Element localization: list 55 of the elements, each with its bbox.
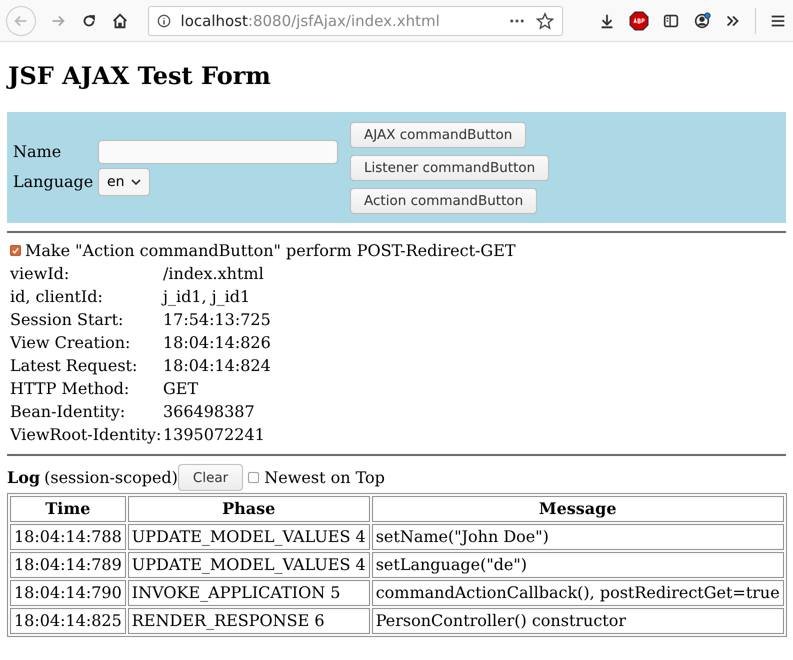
checkbox[interactable] — [248, 472, 260, 483]
table-cell: 18:04:14:789 — [10, 552, 126, 578]
info-value: 366498387 — [163, 401, 256, 423]
name-field[interactable] — [98, 140, 338, 164]
page-title: JSF AJAX Test Form — [8, 61, 272, 90]
checkbox-label: Newest on Top — [264, 468, 385, 487]
chevron-icon — [130, 178, 140, 184]
info-label: Session Start: — [10, 309, 124, 331]
command-button[interactable]: AJAX commandButton — [350, 122, 526, 148]
language-label: Language — [13, 172, 94, 191]
table-cell: commandActionCallback(), postRedirectGet=true — [372, 580, 784, 606]
info-value: /index.xhtml — [163, 263, 265, 285]
info-value: GET — [163, 378, 200, 400]
star-icon[interactable] — [536, 12, 554, 30]
column-header: Phase — [128, 496, 370, 522]
info-icon[interactable] — [156, 14, 171, 28]
column-header: Time — [10, 496, 126, 522]
table-cell: setName("John Doe") — [372, 524, 784, 550]
command-button[interactable]: Listener commandButton — [350, 154, 550, 180]
info-value: j_id1, j_id1 — [163, 286, 252, 308]
info-label: Bean-Identity: — [10, 401, 126, 423]
account-icon[interactable] — [693, 12, 712, 30]
table-cell: UPDATE_MODEL_VALUES 4 — [128, 552, 370, 578]
log-title: Log — [7, 468, 40, 487]
table-cell: 18:04:14:788 — [10, 524, 126, 550]
info-label: View Creation: — [10, 332, 132, 354]
info-value: 18:04:14:826 — [163, 332, 272, 354]
checkbox[interactable] — [10, 245, 21, 256]
info-label: id, clientId: — [10, 286, 104, 308]
table-cell: UPDATE_MODEL_VALUES 4 — [128, 524, 370, 550]
table-cell: 18:04:14:790 — [10, 580, 126, 606]
home-icon[interactable] — [110, 12, 129, 30]
language-dropdown[interactable]: en — [98, 168, 150, 196]
table-cell: 18:04:14:825 — [10, 608, 126, 634]
name-label: Name — [13, 142, 62, 161]
column-header: Message — [372, 496, 784, 522]
info-label: ViewRoot-Identity: — [10, 424, 162, 446]
log-subtitle: (session-scoped) — [44, 468, 178, 487]
info-value: 17:54:13:725 — [163, 309, 272, 331]
adblock-icon[interactable] — [629, 10, 650, 30]
table-cell: setLanguage("de") — [372, 552, 784, 578]
table-cell: INVOKE_APPLICATION 5 — [128, 580, 370, 606]
table-cell: PersonController() constructor — [372, 608, 784, 634]
checkbox-label: Make "Action commandButton" perform POST-Redirect-GET — [25, 240, 516, 262]
info-label: HTTP Method: — [10, 378, 130, 400]
more-icon[interactable] — [508, 18, 526, 24]
info-label: viewId: — [10, 263, 70, 285]
table-cell: RENDER_RESPONSE 6 — [128, 608, 370, 634]
info-label: Latest Request: — [10, 355, 138, 377]
command-button[interactable]: Action commandButton — [350, 188, 538, 214]
address-bar[interactable]: localhost:8080/jsfAjax/index.xhtml — [148, 6, 564, 36]
info-value: 18:04:14:824 — [163, 355, 272, 377]
url-text: localhost:8080/jsfAjax/index.xhtml — [180, 12, 441, 30]
clear-button[interactable]: Clear — [178, 464, 244, 491]
info-value: 1395072241 — [163, 424, 266, 446]
